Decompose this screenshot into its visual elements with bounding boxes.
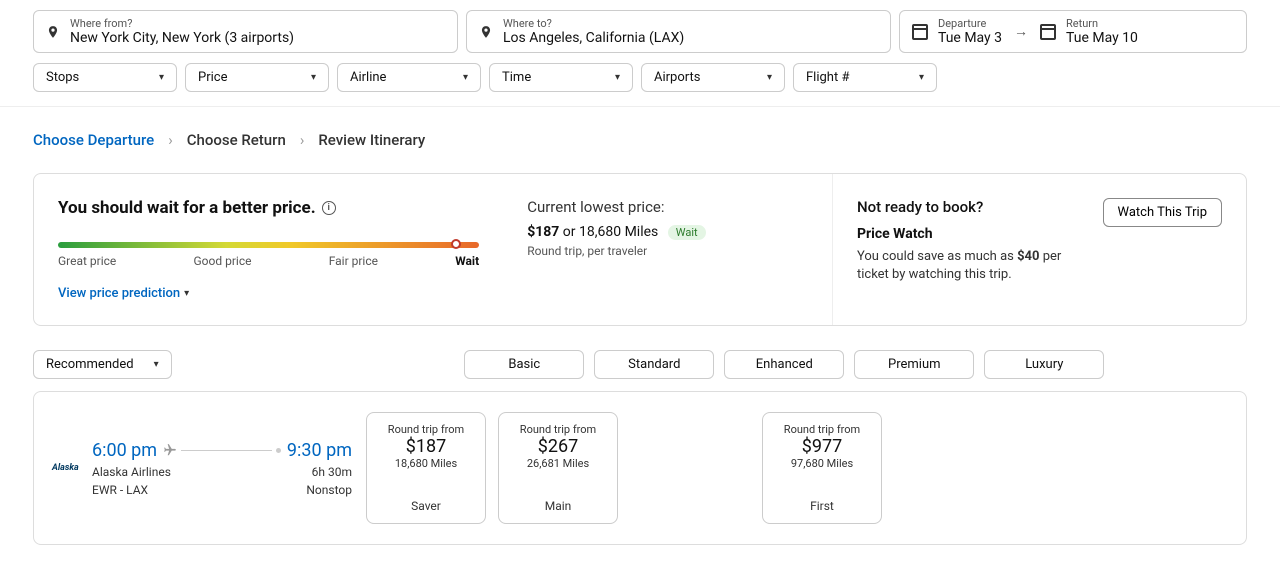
flight-duration: 6h 30m [312,465,352,479]
view-prediction-link[interactable]: View price prediction ▾ [58,286,479,301]
flight-path-icon [163,443,281,457]
departure-label: Departure [938,17,1002,30]
pin-icon [46,25,60,39]
calendar-icon [912,24,928,40]
destination-input[interactable]: Where to? Los Angeles, California (LAX) [466,10,891,53]
gauge-marker [451,239,461,249]
class-standard-button[interactable]: Standard [594,350,714,379]
chevron-down-icon: ▾ [184,288,189,299]
fare-saver[interactable]: Round trip from $187 18,680 Miles Saver [366,412,486,524]
info-icon[interactable]: i [322,201,336,215]
flight-num-filter[interactable]: Flight #▾ [793,63,937,92]
destination-value: Los Angeles, California (LAX) [503,30,684,46]
price-watch-title: Price Watch [857,226,1083,242]
chevron-down-icon: ▾ [311,72,316,83]
price-gauge [58,242,479,248]
chevron-down-icon: ▾ [615,72,620,83]
origin-value: New York City, New York (3 airports) [70,30,294,46]
flight-stops: Nonstop [306,483,352,497]
class-premium-button[interactable]: Premium [854,350,974,379]
departure-value: Tue May 3 [938,30,1002,46]
flight-result-card: Alaska 6:00 pm 9:30 pm Alaska Airlines 6… [33,391,1247,545]
pin-icon [479,25,493,39]
chevron-down-icon: ▾ [463,72,468,83]
fare-first[interactable]: Round trip from $977 97,680 Miles First [762,412,882,524]
chevron-right-icon: › [168,131,173,149]
fare-enhanced-empty [630,412,750,524]
return-label: Return [1066,17,1138,30]
flight-route: EWR - LAX [92,483,148,497]
airline-name: Alaska Airlines [92,465,171,479]
destination-label: Where to? [503,17,684,30]
breadcrumb-step-review: Review Itinerary [318,131,425,149]
origin-label: Where from? [70,17,294,30]
class-luxury-button[interactable]: Luxury [984,350,1104,379]
class-enhanced-button[interactable]: Enhanced [724,350,844,379]
class-basic-button[interactable]: Basic [464,350,584,379]
stops-filter[interactable]: Stops▾ [33,63,177,92]
price-watch-text: You could save as much as $40 per ticket… [857,248,1083,284]
fare-luxury-empty [894,412,1014,524]
airline-logo: Alaska [52,463,82,473]
departure-time: 6:00 pm [92,440,157,461]
origin-input[interactable]: Where from? New York City, New York (3 a… [33,10,458,53]
sort-dropdown[interactable]: Recommended ▾ [33,350,172,379]
date-range-input[interactable]: Departure Tue May 3 → Return Tue May 10 [899,10,1247,53]
gauge-labels: Great price Good price Fair price Wait [58,254,479,268]
price-filter[interactable]: Price▾ [185,63,329,92]
return-value: Tue May 10 [1066,30,1138,46]
time-filter[interactable]: Time▾ [489,63,633,92]
fare-main[interactable]: Round trip from $267 26,681 Miles Main [498,412,618,524]
arrow-right-icon: → [1014,23,1028,40]
price-advice-card: You should wait for a better price. i Gr… [33,173,1247,326]
chevron-down-icon: ▾ [159,72,164,83]
advice-headline: You should wait for a better price. i [58,198,479,218]
chevron-down-icon: ▾ [767,72,772,83]
airline-filter[interactable]: Airline▾ [337,63,481,92]
current-price-label: Current lowest price: [527,198,808,216]
breadcrumb-step-departure[interactable]: Choose Departure [33,131,154,149]
chevron-down-icon: ▾ [919,72,924,83]
chevron-down-icon: ▾ [154,359,159,370]
watch-trip-button[interactable]: Watch This Trip [1103,198,1223,227]
price-watch-heading: Not ready to book? [857,198,1083,216]
current-price-sub: Round trip, per traveler [527,244,808,258]
arrival-time: 9:30 pm [287,440,352,461]
chevron-right-icon: › [300,131,305,149]
calendar-icon [1040,24,1056,40]
current-price-line: $187 or 18,680 Miles Wait [527,224,808,240]
breadcrumb: Choose Departure › Choose Return › Revie… [0,107,1280,149]
airports-filter[interactable]: Airports▾ [641,63,785,92]
wait-badge: Wait [668,225,706,240]
breadcrumb-step-return: Choose Return [187,131,286,149]
